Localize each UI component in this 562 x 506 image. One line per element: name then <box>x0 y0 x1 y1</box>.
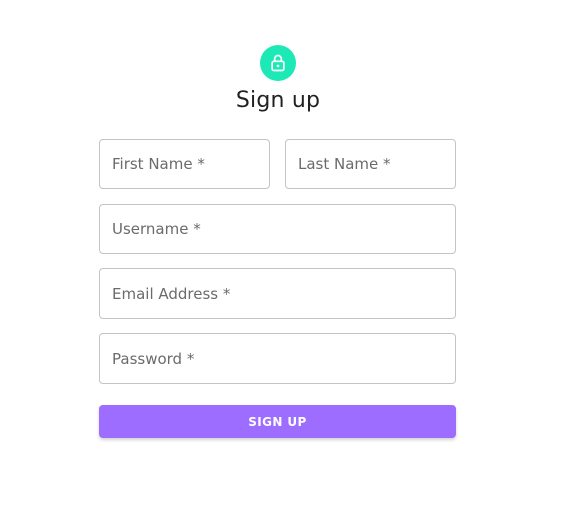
email-field[interactable]: Email Address * <box>99 268 456 319</box>
first-name-field[interactable]: First Name * <box>99 139 270 189</box>
page-title: Sign up <box>235 88 321 113</box>
password-field[interactable]: Password * <box>99 333 456 384</box>
avatar <box>260 45 296 81</box>
password-placeholder: Password * <box>112 349 195 368</box>
last-name-field[interactable]: Last Name * <box>285 139 456 189</box>
signup-page: Sign up First Name * Last Name * Usernam… <box>0 0 562 506</box>
last-name-placeholder: Last Name * <box>298 155 391 173</box>
username-field[interactable]: Username * <box>99 204 456 254</box>
first-name-placeholder: First Name * <box>112 155 205 173</box>
username-placeholder: Username * <box>112 220 201 238</box>
signup-button[interactable]: SIGN UP <box>99 405 456 438</box>
lock-icon <box>271 54 285 72</box>
email-placeholder: Email Address * <box>112 284 231 303</box>
